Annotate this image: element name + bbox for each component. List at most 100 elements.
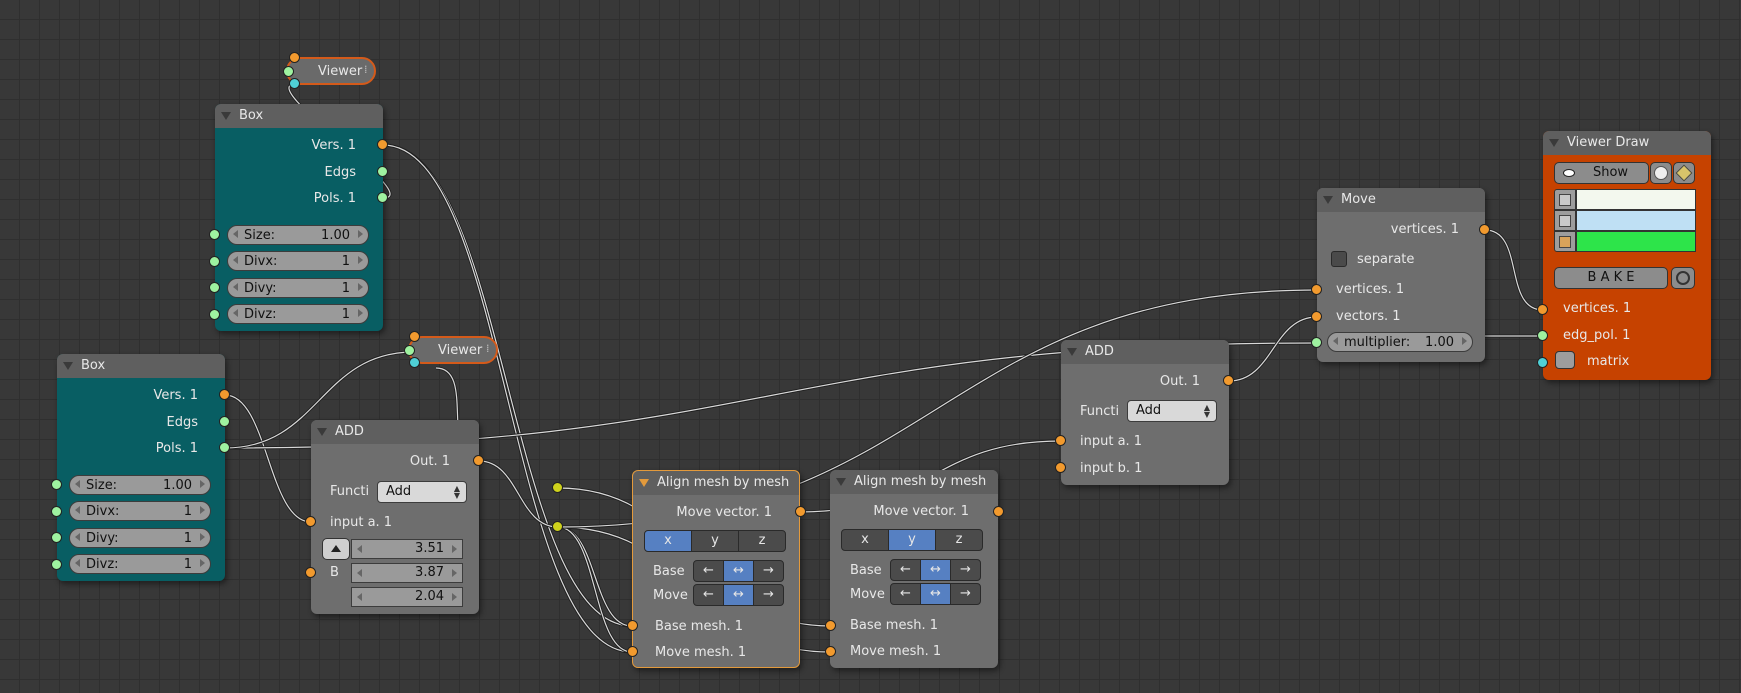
- edge-color-swatch[interactable]: [1576, 210, 1696, 231]
- axis-y-button[interactable]: y: [691, 530, 739, 552]
- box1-vers-socket[interactable]: [377, 139, 388, 150]
- vertex-color-picker-icon[interactable]: [1554, 189, 1576, 210]
- vector-z-field[interactable]: 2.04: [351, 587, 463, 607]
- increment-icon[interactable]: [1462, 337, 1467, 345]
- size-field[interactable]: Size: 1.00: [69, 475, 211, 495]
- collapse-icon[interactable]: [221, 112, 231, 120]
- decrement-icon[interactable]: [233, 230, 238, 238]
- increment-icon[interactable]: [452, 593, 457, 601]
- box2-size-socket[interactable]: [51, 479, 62, 490]
- divx-field[interactable]: Divx: 1: [227, 251, 369, 271]
- decrement-icon[interactable]: [233, 256, 238, 264]
- box1-edgs-socket[interactable]: [377, 166, 388, 177]
- add2-out-socket[interactable]: [1223, 375, 1234, 386]
- bake-button[interactable]: B A K E: [1554, 267, 1668, 289]
- base-both-button[interactable]: ↔: [920, 559, 951, 581]
- add-node-2-header[interactable]: ADD: [1061, 340, 1229, 364]
- face-color-swatch[interactable]: [1576, 231, 1696, 252]
- increment-icon[interactable]: [452, 545, 457, 553]
- vector-y-field[interactable]: 3.87: [351, 563, 463, 583]
- decrement-icon[interactable]: [233, 283, 238, 291]
- base-left-button[interactable]: ←: [693, 560, 724, 582]
- move-multiplier-socket[interactable]: [1311, 337, 1322, 348]
- viewer-top-input-socket-3[interactable]: [289, 78, 300, 89]
- add1-input-b-socket[interactable]: [305, 567, 316, 578]
- move-node[interactable]: Move vertices. 1 separate vertices. 1 ve…: [1317, 188, 1485, 362]
- add2-input-b-socket[interactable]: [1055, 462, 1066, 473]
- decrement-icon[interactable]: [75, 506, 80, 514]
- wire[interactable]: [224, 394, 312, 523]
- increment-icon[interactable]: [358, 256, 363, 264]
- align1-base-mesh-socket[interactable]: [627, 620, 638, 631]
- add-node-1[interactable]: ADD Out. 1 Functi Add ▲ ▼ input a. 1 B 3.5…: [311, 420, 479, 614]
- move-right-button[interactable]: →: [753, 584, 784, 606]
- box1-divz-socket[interactable]: [209, 309, 220, 320]
- divy-field[interactable]: Divy: 1: [227, 278, 369, 298]
- base-right-button[interactable]: →: [753, 560, 784, 582]
- axis-x-button[interactable]: x: [644, 530, 692, 552]
- move-node-header[interactable]: Move: [1317, 188, 1485, 212]
- multiplier-field[interactable]: multiplier: 1.00: [1327, 332, 1473, 352]
- viewer-top-input-socket[interactable]: [289, 52, 300, 63]
- function-select[interactable]: Add ▲ ▼: [377, 481, 467, 503]
- box2-divy-socket[interactable]: [51, 532, 62, 543]
- align2-out-socket[interactable]: [993, 506, 1004, 517]
- show-button[interactable]: Show: [1554, 162, 1649, 184]
- increment-icon[interactable]: [358, 283, 363, 291]
- wire[interactable]: [1484, 229, 1544, 311]
- wire[interactable]: [478, 460, 559, 528]
- box-node-1[interactable]: Box Vers. 1 Edgs Pols. 1 Size: 1.00 Divx:…: [215, 104, 383, 331]
- viewer-top-input-socket-2[interactable]: [283, 66, 294, 77]
- increment-icon[interactable]: [200, 480, 205, 488]
- divx-field[interactable]: Divx: 1: [69, 501, 211, 521]
- box2-edgs-socket[interactable]: [219, 416, 230, 427]
- decrement-icon[interactable]: [75, 533, 80, 541]
- box2-vers-socket[interactable]: [219, 389, 230, 400]
- base-left-button[interactable]: ←: [890, 559, 921, 581]
- align1-move-mesh-socket[interactable]: [627, 646, 638, 657]
- increment-icon[interactable]: [358, 230, 363, 238]
- move-vertices-socket[interactable]: [1311, 284, 1322, 295]
- face-color-picker-icon[interactable]: [1554, 231, 1576, 252]
- viewer-node-mid[interactable]: Viewer ⁞: [408, 336, 498, 364]
- viewer-mid-input-socket[interactable]: [409, 331, 420, 342]
- box1-pols-socket[interactable]: [377, 192, 388, 203]
- axis-z-button[interactable]: z: [935, 529, 983, 551]
- collapse-icon[interactable]: [63, 362, 73, 370]
- increment-icon[interactable]: [358, 309, 363, 317]
- box2-divz-socket[interactable]: [51, 559, 62, 570]
- add2-input-a-socket[interactable]: [1055, 435, 1066, 446]
- decrement-icon[interactable]: [357, 593, 362, 601]
- decrement-icon[interactable]: [1333, 337, 1338, 345]
- box2-divx-socket[interactable]: [51, 506, 62, 517]
- vertex-color-swatch[interactable]: [1576, 189, 1696, 210]
- base-both-button[interactable]: ↔: [723, 560, 754, 582]
- move-out-socket[interactable]: [1479, 224, 1490, 235]
- axis-z-button[interactable]: z: [738, 530, 786, 552]
- wire[interactable]: [1228, 316, 1318, 382]
- align2-base-mesh-socket[interactable]: [825, 620, 836, 631]
- box1-divy-socket[interactable]: [209, 282, 220, 293]
- decrement-icon[interactable]: [357, 569, 362, 577]
- collapse-icon[interactable]: [1067, 348, 1077, 356]
- move-both-button[interactable]: ↔: [723, 584, 754, 606]
- decrement-icon[interactable]: [75, 480, 80, 488]
- box-node-1-header[interactable]: Box: [215, 104, 383, 128]
- bake-target-button[interactable]: [1671, 267, 1695, 289]
- vector-x-field[interactable]: 3.51: [351, 539, 463, 559]
- viewer-mid-input-socket-3[interactable]: [409, 357, 420, 368]
- wire[interactable]: [557, 526, 633, 627]
- divy-field[interactable]: Divy: 1: [69, 528, 211, 548]
- increment-icon[interactable]: [452, 569, 457, 577]
- move-left-button[interactable]: ←: [693, 584, 724, 606]
- divz-field[interactable]: Divz: 1: [69, 554, 211, 574]
- collapse-icon[interactable]: [1549, 139, 1559, 147]
- collapse-icon[interactable]: [639, 479, 649, 487]
- add1-input-a-socket[interactable]: [305, 516, 316, 527]
- divz-field[interactable]: Divz: 1: [227, 304, 369, 324]
- box-node-2[interactable]: Box Vers. 1 Edgs Pols. 1 Size: 1.00 Divx:…: [57, 354, 225, 581]
- increment-icon[interactable]: [200, 533, 205, 541]
- increment-icon[interactable]: [200, 559, 205, 567]
- add-node-1-header[interactable]: ADD: [311, 420, 479, 444]
- align-mesh-node-2[interactable]: Align mesh by mesh Move vector. 1 x y z …: [830, 470, 998, 668]
